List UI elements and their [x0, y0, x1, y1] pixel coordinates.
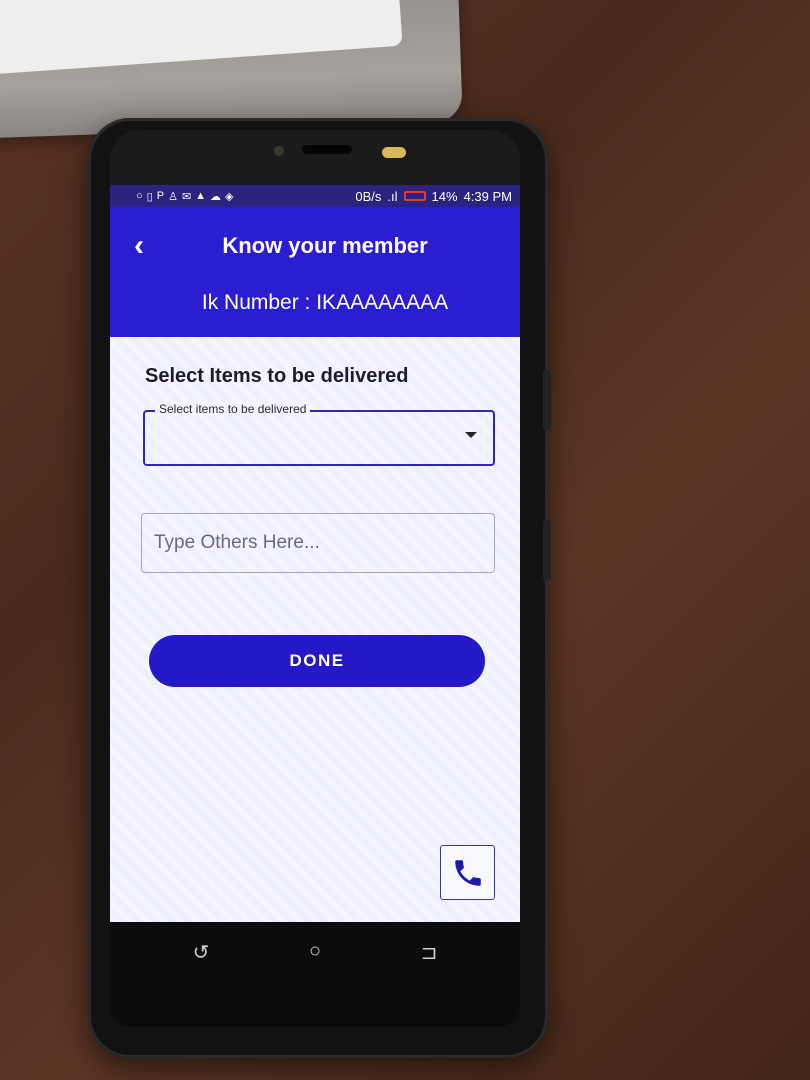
phone-icon [454, 859, 481, 886]
phone-screen: ○ ▯ P ♙ ✉ ▲ ☁ ◈ 0B/s .ıl 14% 4:39 PM ‹ K… [110, 185, 520, 922]
home-icon[interactable]: ○ [302, 940, 328, 962]
phone-top-bezel [110, 130, 520, 185]
front-camera [274, 146, 284, 156]
battery-icon [403, 191, 426, 201]
done-button[interactable]: DONE [149, 635, 485, 687]
status-bar: ○ ▯ P ♙ ✉ ▲ ☁ ◈ 0B/s .ıl 14% 4:39 PM [110, 185, 520, 207]
battery-percent: 14% [431, 188, 458, 204]
ik-number: Ik Number : IKAAAAAAAA [201, 291, 449, 314]
warning-icon: ▲ [195, 190, 207, 202]
chevron-down-icon[interactable] [465, 432, 477, 438]
signal-icon: .ıl [387, 188, 398, 204]
chat-icon: ○ [136, 190, 143, 202]
items-dropdown[interactable]: Select items to be delivered [143, 402, 495, 466]
page-title: Know your member [222, 233, 428, 258]
front-flash [382, 147, 406, 158]
others-input[interactable] [141, 513, 495, 573]
app-bar: ‹ Know your member Ik Number : IKAAAAAAA… [110, 207, 520, 337]
call-button[interactable] [440, 845, 495, 900]
form-area: Select Items to be delivered Select item… [110, 337, 520, 922]
recents-icon[interactable]: ↺ [188, 940, 214, 964]
section-title: Select Items to be delivered [145, 365, 409, 387]
system-nav-bar: ↺ ○ ⊐ [110, 922, 520, 1027]
shirt-icon: ♙ [168, 190, 178, 203]
sim-icon: ▯ [146, 190, 153, 203]
phone-side-button [543, 370, 551, 430]
clock: 4:39 PM [463, 188, 512, 204]
cloud-icon: ☁ [210, 190, 222, 203]
phone-side-button [543, 520, 551, 580]
network-speed: 0B/s [355, 188, 382, 204]
mail-icon: ✉ [181, 190, 192, 203]
parking-icon: P [156, 190, 165, 202]
notification-icons: ○ ▯ P ♙ ✉ ▲ ☁ ◈ [136, 190, 234, 203]
shield-icon: ◈ [225, 190, 234, 203]
back-nav-icon[interactable]: ⊐ [416, 940, 442, 964]
dropdown-label: Select items to be delivered [155, 402, 311, 416]
earpiece-speaker [302, 145, 352, 154]
status-right: 0B/s .ıl 14% 4:39 PM [355, 189, 512, 204]
